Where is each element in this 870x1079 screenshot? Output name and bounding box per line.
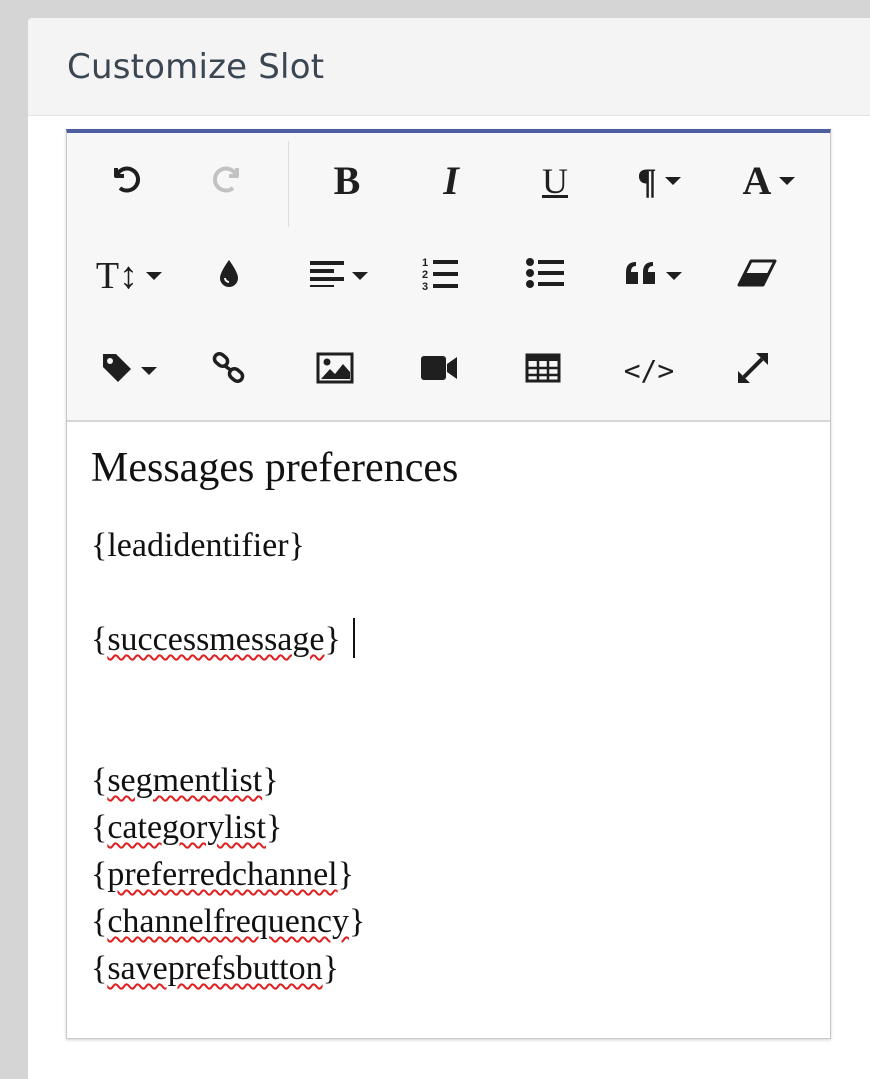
- color-button[interactable]: [177, 228, 281, 323]
- quote-icon: [624, 260, 658, 291]
- spellcheck-word: channelfrequency: [107, 903, 349, 940]
- video-button[interactable]: [387, 323, 491, 418]
- bold-icon: B: [333, 157, 361, 203]
- table-icon: [525, 353, 561, 388]
- paragraph-icon: ¶: [637, 160, 657, 201]
- underline-icon: U: [542, 160, 568, 201]
- italic-button[interactable]: I: [399, 133, 503, 228]
- spellcheck-word: preferredchannel: [107, 856, 338, 893]
- align-dropdown[interactable]: [287, 228, 391, 323]
- customize-slot-panel: Customize Slot B I U ¶ A T↕ 1 2 3 </> Me…: [28, 18, 870, 1079]
- spellcheck-word: segmentlist: [107, 762, 263, 799]
- preferred-channel-token: {preferredchannel}: [91, 856, 354, 893]
- code-view-button[interactable]: </>: [597, 323, 701, 418]
- ordered-list-icon: 123: [422, 255, 460, 296]
- unordered-list-icon: [526, 258, 564, 293]
- italic-icon: I: [443, 157, 459, 203]
- tag-icon: [101, 352, 133, 389]
- redo-icon: [212, 161, 246, 200]
- quote-dropdown[interactable]: [601, 228, 705, 323]
- droplet-icon: [218, 258, 240, 293]
- chevron-down-icon: [352, 271, 368, 280]
- svg-text:3: 3: [422, 281, 428, 291]
- image-button[interactable]: [283, 323, 387, 418]
- undo-icon: [107, 161, 141, 200]
- chevron-down-icon: [664, 176, 681, 185]
- spellcheck-word: successmessage: [107, 621, 325, 658]
- toolbar-row-2: T↕ 123: [67, 228, 830, 323]
- image-icon: [316, 352, 354, 389]
- success-message-token: {successmessage}: [91, 616, 806, 663]
- underline-button[interactable]: U: [503, 133, 607, 228]
- ordered-list-button[interactable]: 123: [389, 228, 493, 323]
- tag-dropdown[interactable]: [77, 323, 181, 418]
- toolbar-row-1: B I U ¶ A: [67, 133, 830, 228]
- svg-text:2: 2: [422, 269, 428, 281]
- code-icon: </>: [623, 354, 675, 387]
- redo-button[interactable]: [177, 133, 281, 228]
- rich-text-editor: B I U ¶ A T↕ 1 2 3 </> Messages preferen…: [66, 129, 831, 1039]
- lead-identifier-token: {leadidentifier}: [91, 527, 305, 564]
- font-dropdown[interactable]: A: [717, 133, 821, 228]
- editor-content-area[interactable]: Messages preferences {leadidentifier} {s…: [67, 422, 830, 1014]
- bold-button[interactable]: B: [295, 133, 399, 228]
- unordered-list-button[interactable]: [493, 228, 597, 323]
- align-left-icon: [310, 259, 344, 292]
- segment-list-token: {segmentlist}: [91, 762, 279, 799]
- category-list-token: {categorylist}: [91, 809, 283, 846]
- chevron-down-icon: [141, 366, 157, 375]
- panel-title: Customize Slot: [67, 46, 325, 87]
- expand-icon: [736, 351, 770, 390]
- chevron-down-icon: [779, 176, 796, 185]
- font-size-dropdown[interactable]: T↕: [77, 228, 181, 323]
- text-height-icon: T↕: [95, 254, 139, 297]
- toolbar-row-3: </>: [67, 323, 830, 418]
- text-cursor: [352, 618, 355, 658]
- link-icon: [211, 351, 247, 390]
- link-button[interactable]: [177, 323, 281, 418]
- toolbar-separator: [288, 141, 289, 227]
- save-prefs-button-token: {saveprefsbutton}: [91, 950, 339, 987]
- spellcheck-word: saveprefsbutton: [107, 950, 323, 987]
- fullscreen-button[interactable]: [701, 323, 805, 418]
- editor-toolbar: B I U ¶ A T↕ 1 2 3 </>: [67, 133, 830, 422]
- panel-header: Customize Slot: [28, 18, 870, 116]
- paragraph-dropdown[interactable]: ¶: [607, 133, 711, 228]
- chevron-down-icon: [666, 271, 682, 280]
- undo-button[interactable]: [72, 133, 176, 228]
- font-icon: A: [742, 157, 772, 203]
- table-button[interactable]: [491, 323, 595, 418]
- svg-text:1: 1: [422, 257, 428, 269]
- spellcheck-word: categorylist: [107, 809, 266, 846]
- clear-format-button[interactable]: [705, 228, 809, 323]
- chevron-down-icon: [146, 271, 163, 280]
- channel-frequency-token: {channelfrequency}: [91, 903, 366, 940]
- content-heading: Messages preferences: [91, 445, 459, 491]
- video-icon: [420, 355, 458, 386]
- eraser-icon: [737, 259, 777, 292]
